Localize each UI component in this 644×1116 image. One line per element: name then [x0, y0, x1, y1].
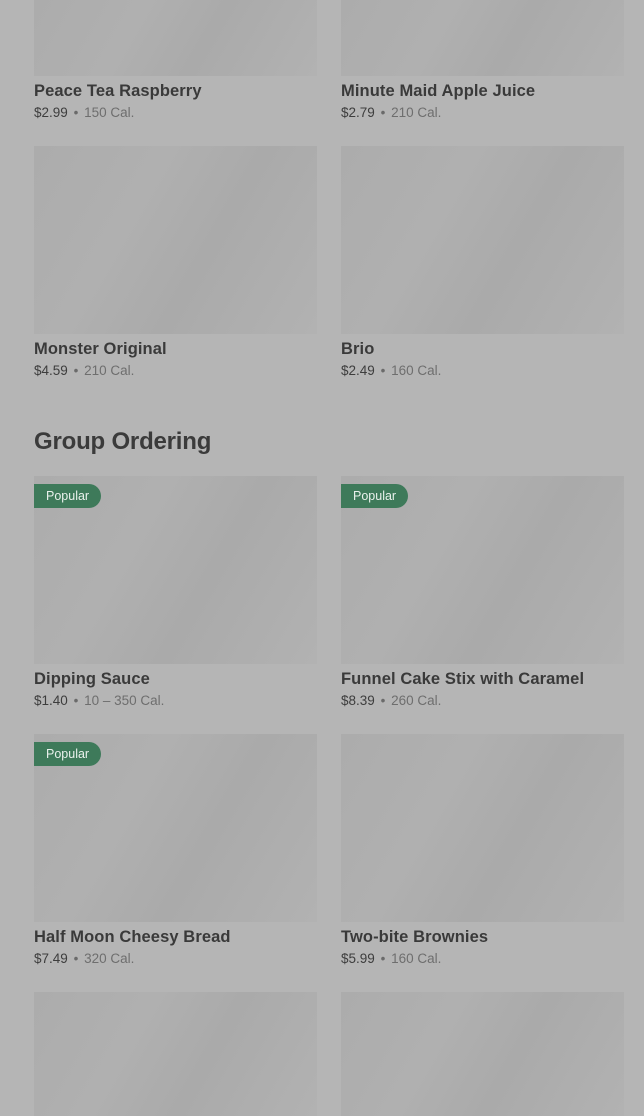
separator-dot: • [380, 105, 386, 120]
item-calories: 210 Cal. [391, 105, 442, 120]
popular-badge: Popular [34, 484, 102, 508]
menu-item-card[interactable]: Brio $2.49 • 160 Cal. [341, 146, 624, 380]
item-image [34, 146, 317, 334]
item-meta: $2.99 • 150 Cal. [34, 104, 317, 122]
menu-item-card[interactable]: Minute Maid Apple Juice $2.79 • 210 Cal. [341, 0, 624, 122]
group-ordering-grid: Popular Half Moon Cheesy Bread $7.49 • 3… [34, 734, 624, 968]
menu-item-card[interactable]: Popular Dipping Sauce $1.40 • 10 – 350 C… [34, 476, 317, 710]
item-meta: $8.39 • 260 Cal. [341, 692, 624, 710]
item-name: Brio [341, 340, 375, 358]
item-calories: 10 – 350 Cal. [84, 693, 165, 708]
popular-badge: Popular [341, 484, 409, 508]
section-title: Group Ordering [34, 428, 212, 455]
item-calories: 320 Cal. [84, 951, 135, 966]
item-price: $5.99 [341, 951, 375, 966]
item-meta: $2.79 • 210 Cal. [341, 104, 624, 122]
menu-page: Peace Tea Raspberry $2.99 • 150 Cal. Min… [0, 0, 644, 1116]
item-name: Funnel Cake Stix with Caramel [341, 670, 585, 688]
item-name: Dipping Sauce [34, 670, 150, 688]
separator-dot: • [380, 693, 386, 708]
item-calories: 160 Cal. [391, 363, 442, 378]
item-name: Half Moon Cheesy Bread [34, 928, 231, 946]
separator-dot: • [73, 951, 79, 966]
item-calories: 150 Cal. [84, 105, 135, 120]
item-price: $4.59 [34, 363, 68, 378]
item-image [34, 992, 317, 1116]
separator-dot: • [73, 693, 79, 708]
item-meta: $1.40 • 10 – 350 Cal. [34, 692, 317, 710]
menu-item-card[interactable] [341, 992, 624, 1116]
item-image: Popular [34, 476, 317, 664]
item-name: Two-bite Brownies [341, 928, 489, 946]
item-name: Monster Original [34, 340, 167, 358]
menu-item-card[interactable]: Monster Original $4.59 • 210 Cal. [34, 146, 317, 380]
separator-dot: • [380, 363, 386, 378]
item-name: Peace Tea Raspberry [34, 82, 202, 100]
separator-dot: • [380, 951, 386, 966]
item-calories: 260 Cal. [391, 693, 442, 708]
menu-item-card[interactable]: Peace Tea Raspberry $2.99 • 150 Cal. [34, 0, 317, 122]
popular-badge: Popular [34, 742, 102, 766]
item-calories: 210 Cal. [84, 363, 135, 378]
item-price: $2.99 [34, 105, 68, 120]
group-ordering-grid-partial [34, 992, 624, 1116]
item-meta: $2.49 • 160 Cal. [341, 362, 624, 380]
group-ordering-grid: Popular Dipping Sauce $1.40 • 10 – 350 C… [34, 476, 624, 710]
item-meta: $4.59 • 210 Cal. [34, 362, 317, 380]
item-price: $7.49 [34, 951, 68, 966]
item-image [341, 146, 624, 334]
item-image [341, 734, 624, 922]
separator-dot: • [73, 105, 79, 120]
item-image [341, 992, 624, 1116]
item-image: Popular [34, 734, 317, 922]
drinks-partial-grid: Peace Tea Raspberry $2.99 • 150 Cal. Min… [34, 0, 624, 122]
item-price: $8.39 [341, 693, 375, 708]
menu-item-card[interactable]: Popular Half Moon Cheesy Bread $7.49 • 3… [34, 734, 317, 968]
item-price: $1.40 [34, 693, 68, 708]
item-name: Minute Maid Apple Juice [341, 82, 536, 100]
item-price: $2.49 [341, 363, 375, 378]
item-meta: $7.49 • 320 Cal. [34, 950, 317, 968]
menu-item-card[interactable]: Two-bite Brownies $5.99 • 160 Cal. [341, 734, 624, 968]
drinks-grid: Monster Original $4.59 • 210 Cal. Brio $… [34, 146, 624, 380]
item-image [341, 0, 624, 76]
item-calories: 160 Cal. [391, 951, 442, 966]
item-image [34, 0, 317, 76]
menu-item-card[interactable] [34, 992, 317, 1116]
separator-dot: • [73, 363, 79, 378]
menu-item-card[interactable]: Popular Funnel Cake Stix with Caramel $8… [341, 476, 624, 710]
item-meta: $5.99 • 160 Cal. [341, 950, 624, 968]
item-price: $2.79 [341, 105, 375, 120]
item-image: Popular [341, 476, 624, 664]
